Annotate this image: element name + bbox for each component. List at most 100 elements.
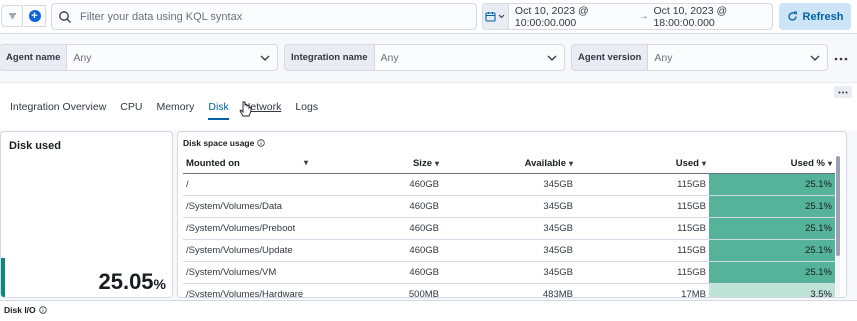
metric-accent-bar xyxy=(1,258,5,297)
calendar-icon xyxy=(485,12,497,22)
cell-used: 115GB xyxy=(576,173,709,196)
chevron-down-icon: ▾ xyxy=(434,158,439,168)
chevron-down-icon: ▾ xyxy=(568,158,573,168)
more-options-button[interactable] xyxy=(832,52,850,66)
query-bar: + Oct 10, 2023 @ 10:00:00.000 → Oct 10, … xyxy=(0,0,857,34)
disk-space-usage-panel: Disk space usage Mounted on ▾ Size ▾ Avail… xyxy=(177,131,847,298)
chevron-down-icon xyxy=(810,55,820,61)
filter-label: Agent name xyxy=(0,45,68,70)
table-row: /System/Volumes/Hardware 500MB 483MB 17M… xyxy=(183,283,835,297)
column-header-mounted-on[interactable]: Mounted on ▾ xyxy=(183,154,311,174)
cell-used-percent: 25.1% xyxy=(709,173,835,196)
cell-size: 460GB xyxy=(311,239,442,262)
cell-size: 460GB xyxy=(311,195,442,218)
filter-value: Any xyxy=(654,51,673,64)
cell-size: 460GB xyxy=(311,261,442,284)
cell-mounted-on: /System/Volumes/Data xyxy=(183,195,311,218)
tab-integration-overview[interactable]: Integration Overview xyxy=(10,101,106,120)
table-row: /System/Volumes/Update 460GB 345GB 115GB… xyxy=(183,239,835,262)
tab-memory[interactable]: Memory xyxy=(156,101,194,120)
filter-value: Any xyxy=(73,51,92,64)
scrollbar-thumb[interactable] xyxy=(836,156,840,256)
filter-icon xyxy=(8,13,16,19)
tab-network[interactable]: Network xyxy=(243,101,282,120)
quick-menu-button[interactable] xyxy=(483,4,509,29)
agent-name-filter[interactable]: Agent name Any xyxy=(0,44,278,71)
dots-horizontal-icon xyxy=(834,57,848,61)
cell-used: 115GB xyxy=(576,195,709,218)
cell-size: 460GB xyxy=(311,217,442,240)
cell-available: 345GB xyxy=(442,195,576,218)
tab-logs[interactable]: Logs xyxy=(295,101,318,120)
end-date[interactable]: Oct 10, 2023 @ 18:00:00.000 xyxy=(653,5,772,29)
integration-name-filter[interactable]: Integration name Any xyxy=(284,44,565,71)
cell-available: 345GB xyxy=(442,261,576,284)
panel-title-text: Disk space usage xyxy=(183,138,255,148)
panel-options-button[interactable] xyxy=(834,86,852,98)
column-header-size[interactable]: Size ▾ xyxy=(311,154,442,174)
disk-space-table: Mounted on ▾ Size ▾ Available ▾ Used ▾ Used … xyxy=(183,154,835,297)
date-picker[interactable]: Oct 10, 2023 @ 10:00:00.000 → Oct 10, 20… xyxy=(482,3,773,30)
column-header-available[interactable]: Available ▾ xyxy=(442,154,576,174)
tab-list: Integration Overview CPU Memory Disk Net… xyxy=(10,101,318,120)
search-icon xyxy=(59,10,71,23)
plus-icon: + xyxy=(28,10,41,22)
cell-used: 115GB xyxy=(576,261,709,284)
start-date[interactable]: Oct 10, 2023 @ 10:00:00.000 xyxy=(515,5,634,29)
table-row: /System/Volumes/VM 460GB 345GB 115GB 25.… xyxy=(183,261,835,284)
cell-used-percent: 25.1% xyxy=(709,217,835,240)
chevron-down-icon: ▾ xyxy=(303,157,308,167)
cell-size: 460GB xyxy=(311,173,442,196)
chevron-down-icon: ▾ xyxy=(701,158,706,168)
chevron-down-icon xyxy=(547,55,557,61)
refresh-label: Refresh xyxy=(802,10,844,23)
add-filter-button[interactable]: + xyxy=(24,5,46,27)
search-input[interactable] xyxy=(80,10,460,23)
column-header-used[interactable]: Used ▾ xyxy=(576,154,709,174)
table-row: / 460GB 345GB 115GB 25.1% xyxy=(183,173,835,196)
chevron-down-icon xyxy=(260,55,270,61)
tab-disk[interactable]: Disk xyxy=(208,101,229,120)
disk-used-number: 25.05 xyxy=(98,269,154,294)
refresh-icon xyxy=(787,11,797,21)
info-icon[interactable] xyxy=(38,306,47,314)
disk-space-usage-title: Disk space usage xyxy=(183,138,266,148)
cell-mounted-on: /System/Volumes/Preboot xyxy=(183,217,311,240)
cell-mounted-on: /System/Volumes/Hardware xyxy=(183,283,311,297)
cell-used-percent: 25.1% xyxy=(709,239,835,262)
refresh-button[interactable]: Refresh xyxy=(779,3,851,30)
disk-io-panel xyxy=(0,300,857,321)
agent-version-filter[interactable]: Agent version Any xyxy=(571,44,828,71)
filter-value: Any xyxy=(380,51,399,64)
cell-mounted-on: /System/Volumes/VM xyxy=(183,261,311,284)
info-icon[interactable] xyxy=(257,139,266,147)
dots-horizontal-icon xyxy=(838,91,848,93)
chevron-down-icon xyxy=(499,14,505,19)
cell-available: 345GB xyxy=(442,239,576,262)
disk-used-unit: % xyxy=(153,276,166,292)
table-header-row: Mounted on ▾ Size ▾ Available ▾ Used ▾ Used … xyxy=(183,154,835,174)
table-row: /System/Volumes/Preboot 460GB 345GB 115G… xyxy=(183,217,835,240)
panel-title-text: Disk I/O xyxy=(4,305,36,315)
cell-used: 115GB xyxy=(576,239,709,262)
disk-used-panel: Disk used 25.05% xyxy=(0,131,173,298)
cell-used-percent: 3.5% xyxy=(709,283,835,297)
filter-label: Integration name xyxy=(285,45,375,70)
cell-used-percent: 25.1% xyxy=(709,261,835,284)
cell-size: 500MB xyxy=(311,283,442,297)
disk-used-title: Disk used xyxy=(9,140,61,152)
disk-used-value: 25.05% xyxy=(98,269,166,295)
tab-panel: Integration Overview CPU Memory Disk Net… xyxy=(0,82,857,130)
filter-menu-button[interactable] xyxy=(1,5,23,27)
disk-io-title: Disk I/O xyxy=(4,305,47,315)
filter-controls: Agent name Any Integration name Any Agen… xyxy=(0,40,857,76)
cell-available: 483MB xyxy=(442,283,576,297)
filter-label: Agent version xyxy=(572,45,649,70)
cell-mounted-on: /System/Volumes/Update xyxy=(183,239,311,262)
column-header-used-percent[interactable]: Used % ▾ xyxy=(709,154,835,174)
cell-used-percent: 25.1% xyxy=(709,195,835,218)
tab-cpu[interactable]: CPU xyxy=(120,101,142,120)
search-field[interactable] xyxy=(51,3,477,30)
cell-used: 17MB xyxy=(576,283,709,297)
table-row: /System/Volumes/Data 460GB 345GB 115GB 2… xyxy=(183,195,835,218)
